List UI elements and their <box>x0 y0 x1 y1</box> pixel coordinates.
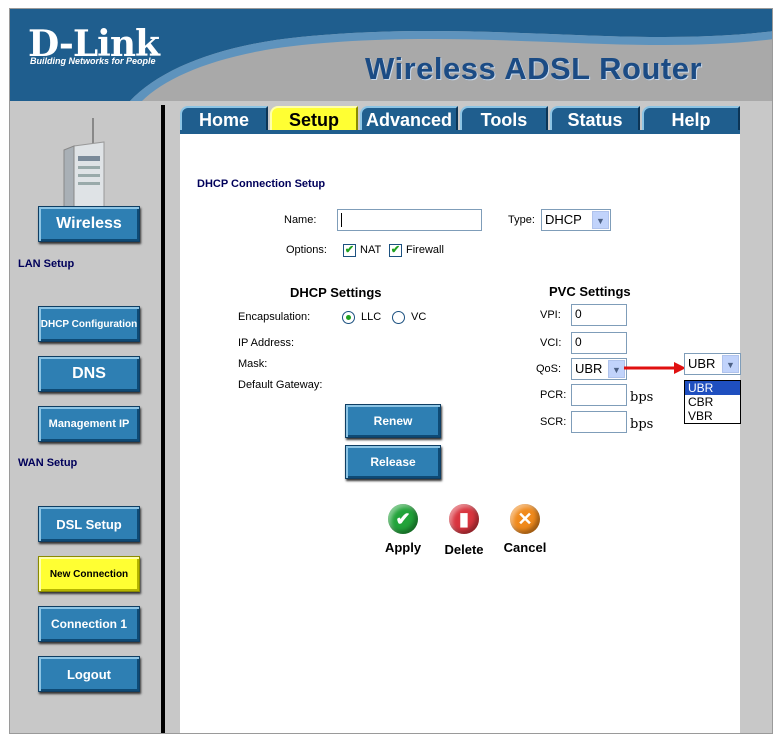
header: D-Link Building Networks for People Wire… <box>10 9 772 101</box>
vpi-input[interactable]: 0 <box>571 304 627 326</box>
delete-label: Delete <box>444 542 484 557</box>
sidebar-divider <box>161 105 165 733</box>
pvc-settings-title: PVC Settings <box>549 284 631 299</box>
name-label: Name: <box>284 214 317 226</box>
red-arrow-icon <box>624 362 686 374</box>
chevron-down-icon: ▼ <box>592 211 609 229</box>
options-label: Options: <box>286 244 327 256</box>
scr-input[interactable] <box>571 411 627 433</box>
text-cursor <box>341 212 342 227</box>
qos-select[interactable]: UBR ▼ <box>571 358 627 380</box>
apply-button[interactable]: ✔ Apply <box>373 504 433 555</box>
qos-dropdown-value: UBR <box>688 356 716 371</box>
vc-label: VC <box>411 311 427 323</box>
radio-selected-dot <box>346 315 351 320</box>
content-panel: DHCP Connection Setup Name: Type: DHCP ▼… <box>180 134 740 733</box>
vpi-label: VPI: <box>540 309 561 321</box>
scr-unit: bps <box>630 417 654 432</box>
type-label: Type: <box>508 214 535 226</box>
vci-input[interactable]: 0 <box>571 332 627 354</box>
tab-home[interactable]: Home <box>180 106 268 132</box>
llc-label: LLC <box>361 311 382 323</box>
delete-button[interactable]: ▮ Delete <box>434 504 494 557</box>
qos-dropdown-list: UBR CBR VBR <box>684 380 741 424</box>
default-gateway-label: Default Gateway: <box>238 379 323 391</box>
qos-label: QoS: <box>536 363 562 375</box>
llc-radio[interactable] <box>342 311 355 324</box>
sidebar-item-logout[interactable]: Logout <box>38 656 140 692</box>
cancel-x-icon: ✕ <box>510 504 540 534</box>
firewall-label: Firewall <box>406 244 444 256</box>
qos-select-value: UBR <box>575 361 603 376</box>
ip-address-label: IP Address: <box>238 337 295 349</box>
qos-option-vbr[interactable]: VBR <box>685 409 740 423</box>
qos-option-cbr[interactable]: CBR <box>685 395 740 409</box>
sidebar-item-connection-1[interactable]: Connection 1 <box>38 606 140 642</box>
mask-label: Mask: <box>238 358 268 370</box>
sidebar-item-dhcp-configuration[interactable]: DHCP Configuration <box>38 306 140 342</box>
chevron-down-icon: ▼ <box>722 355 739 373</box>
sidebar-item-wireless[interactable]: Wireless <box>38 206 140 242</box>
router-device-icon <box>63 118 105 216</box>
pcr-input[interactable] <box>571 384 627 406</box>
checkmark-icon: ✔ <box>388 504 418 534</box>
renew-button[interactable]: Renew <box>345 404 441 438</box>
router-frame: D-Link Building Networks for People Wire… <box>9 8 773 734</box>
tab-status[interactable]: Status <box>550 106 640 132</box>
encapsulation-label: Encapsulation: <box>238 311 311 323</box>
sidebar-item-dns[interactable]: DNS <box>38 356 140 392</box>
logo-tagline: Building Networks for People <box>30 56 156 66</box>
type-select-value: DHCP <box>545 212 582 227</box>
sidebar-item-dsl-setup[interactable]: DSL Setup <box>38 506 140 542</box>
nat-label: NAT <box>360 244 382 256</box>
tab-setup[interactable]: Setup <box>270 106 358 132</box>
vci-label: VCI: <box>540 337 562 349</box>
section-title: DHCP Connection Setup <box>197 178 326 190</box>
tab-advanced[interactable]: Advanced <box>360 106 458 132</box>
release-button[interactable]: Release <box>345 445 441 479</box>
qos-option-ubr[interactable]: UBR <box>685 381 740 395</box>
trash-icon: ▮ <box>449 504 479 534</box>
sidebar-item-management-ip[interactable]: Management IP <box>38 406 140 442</box>
scr-label: SCR: <box>540 416 567 428</box>
qos-dropdown-callout[interactable]: UBR ▼ <box>684 353 741 375</box>
main-tabs: Home Setup Advanced Tools Status Help <box>180 106 740 132</box>
page-title: Wireless ADSL Router <box>365 51 703 86</box>
name-input[interactable] <box>337 209 482 231</box>
apply-label: Apply <box>384 540 422 555</box>
cancel-label: Cancel <box>503 540 547 555</box>
tab-tools[interactable]: Tools <box>460 106 548 132</box>
sidebar-item-new-connection[interactable]: New Connection <box>38 556 140 592</box>
nat-checkbox[interactable]: ✔ <box>343 244 356 257</box>
dhcp-settings-title: DHCP Settings <box>290 285 382 300</box>
tab-help[interactable]: Help <box>642 106 740 132</box>
vc-radio[interactable] <box>392 311 405 324</box>
lan-setup-label: LAN Setup <box>18 258 75 270</box>
cancel-button[interactable]: ✕ Cancel <box>495 504 555 555</box>
type-select[interactable]: DHCP ▼ <box>541 209 611 231</box>
pcr-unit: bps <box>630 390 654 405</box>
pcr-label: PCR: <box>540 389 567 401</box>
wan-setup-label: WAN Setup <box>18 457 78 469</box>
firewall-checkbox[interactable]: ✔ <box>389 244 402 257</box>
